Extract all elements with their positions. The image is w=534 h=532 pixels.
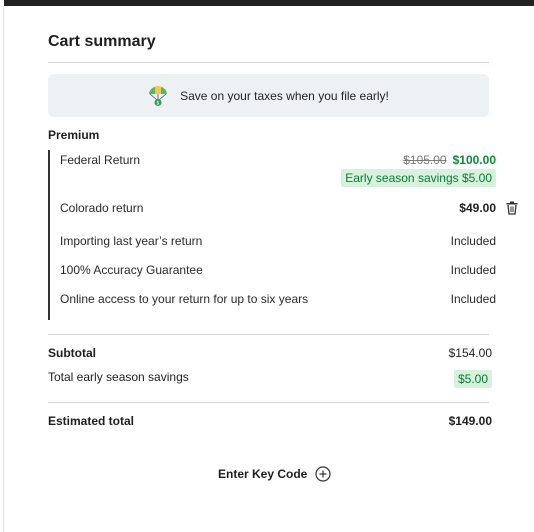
- savings-badge: Early season savings $5.00: [341, 169, 496, 187]
- enter-key-code-label: Enter Key Code: [218, 467, 308, 481]
- estimated-total-value: $149.00: [448, 414, 492, 428]
- top-border: [4, 0, 534, 6]
- plan-label: Premium: [48, 128, 100, 142]
- svg-text:$: $: [157, 100, 160, 106]
- estimated-total-label: Estimated total: [48, 414, 135, 428]
- line-item-price: $49.00: [459, 201, 496, 215]
- original-price: $105.00: [403, 153, 447, 167]
- left-divider: [3, 6, 4, 532]
- subtotal-value: $154.00: [448, 346, 492, 360]
- trash-icon[interactable]: [506, 201, 518, 215]
- cart-summary-title: Cart summary: [48, 33, 156, 50]
- parachute-money-icon: $: [148, 85, 168, 107]
- title-divider: [48, 62, 489, 63]
- promo-text: Save on your taxes when you file early!: [180, 88, 389, 103]
- subtotal-label: Subtotal: [48, 346, 96, 360]
- discounted-price: $100.00: [452, 153, 496, 167]
- items-divider: [48, 334, 489, 335]
- line-item-price: Included: [450, 234, 496, 248]
- plus-circle-icon: [315, 466, 331, 482]
- line-item-label: Federal Return: [60, 153, 141, 167]
- enter-key-code-button[interactable]: Enter Key Code: [218, 466, 331, 482]
- line-item-price: $105.00 $100.00: [403, 153, 496, 167]
- line-item-label: Colorado return: [60, 201, 144, 215]
- line-item-label: Online access to your return for up to s…: [60, 292, 309, 306]
- savings-total-label: Total early season savings: [48, 370, 189, 384]
- line-item-label: 100% Accuracy Guarantee: [60, 263, 203, 277]
- line-item-label: Importing last year’s return: [60, 234, 203, 248]
- cart-items: Federal Return $105.00 $100.00 Early seas…: [48, 150, 496, 320]
- promo-banner: $ Save on your taxes when you file early…: [48, 74, 489, 117]
- total-divider: [48, 402, 489, 403]
- savings-total-value: $5.00: [453, 370, 492, 388]
- early-savings-badge: Early season savings $5.00: [341, 169, 496, 187]
- savings-total-badge: $5.00: [453, 370, 492, 388]
- line-item-price: Included: [450, 263, 496, 277]
- line-item-price: Included: [450, 292, 496, 306]
